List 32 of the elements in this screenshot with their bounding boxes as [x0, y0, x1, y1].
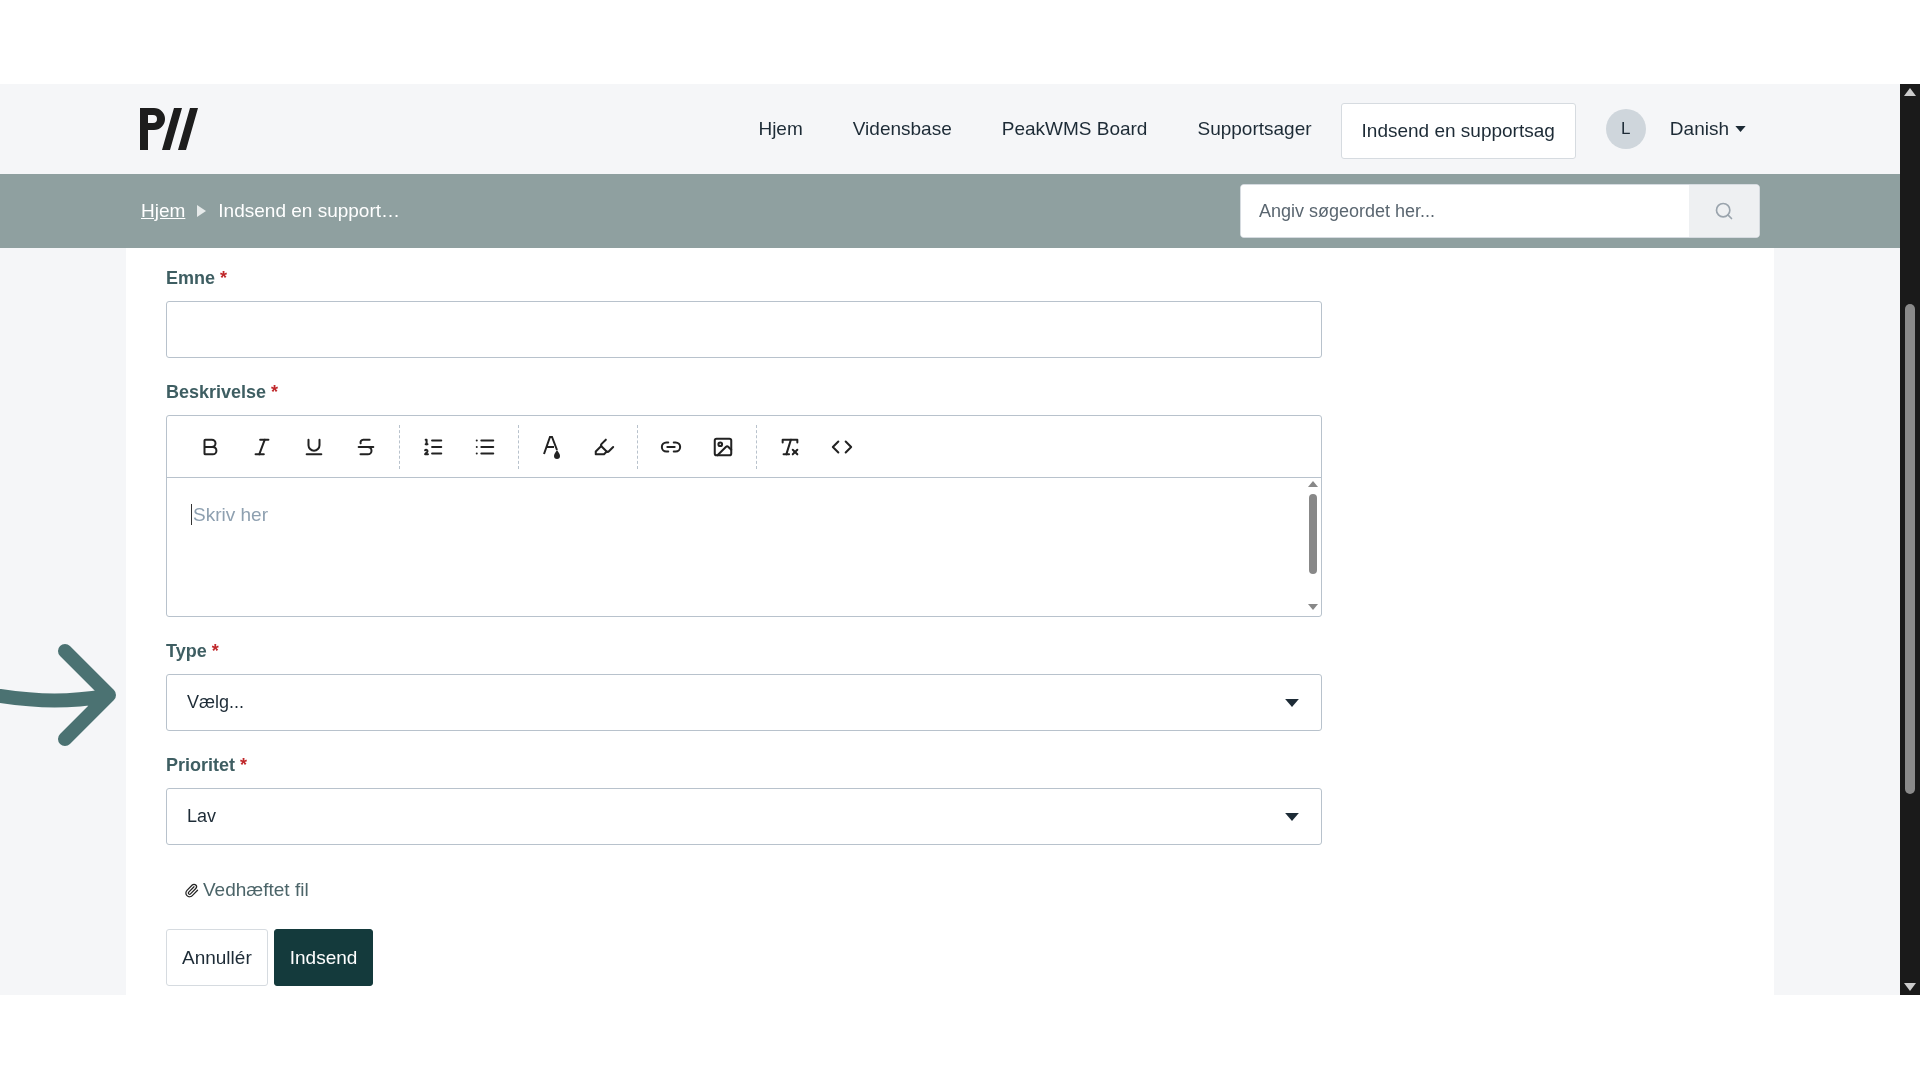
select-field[interactable]: Vælg...: [166, 674, 1322, 731]
select-field[interactable]: Lav: [166, 788, 1322, 845]
nav-link[interactable]: PeakWMS Board: [980, 101, 1169, 157]
nav-link[interactable]: Vidensbase: [831, 101, 973, 157]
text-color-icon: [541, 433, 563, 460]
paperclip-icon: [184, 882, 199, 898]
required-mark: *: [240, 755, 248, 776]
required-mark: *: [220, 268, 228, 289]
chevron-icon: [197, 205, 207, 217]
image-icon: [712, 435, 734, 458]
attachment-link[interactable]: Vedhæftet fil: [184, 879, 1734, 901]
current-page-label: Indsend en support…: [218, 200, 401, 222]
nav-link[interactable]: Hjem: [737, 101, 824, 157]
cancel-button[interactable]: Annullér: [166, 929, 268, 986]
search-field[interactable]: Angiv søgeordet her...: [1240, 184, 1760, 238]
scrollbar[interactable]: [1900, 84, 1920, 995]
submit-button[interactable]: Indsend: [273, 929, 374, 986]
user-avatar[interactable]: L: [1605, 109, 1646, 149]
caret-icon: [1735, 126, 1746, 132]
caret-icon: [1285, 812, 1299, 821]
field-label: Type: [166, 641, 207, 662]
language-menu[interactable]: Danish: [1665, 114, 1750, 144]
nav-link[interactable]: Supportsager: [1176, 101, 1333, 157]
field-label: Prioritet: [166, 755, 235, 776]
nav-link[interactable]: Indsend en supportsag: [1340, 103, 1576, 159]
field-label: Emne: [166, 268, 216, 289]
input-field[interactable]: [166, 301, 1322, 358]
field-label: Beskrivelse: [166, 382, 267, 403]
caret-icon: [1285, 698, 1299, 707]
required-mark: *: [271, 382, 279, 403]
search-icon: [1714, 201, 1734, 221]
required-mark: *: [211, 641, 219, 662]
